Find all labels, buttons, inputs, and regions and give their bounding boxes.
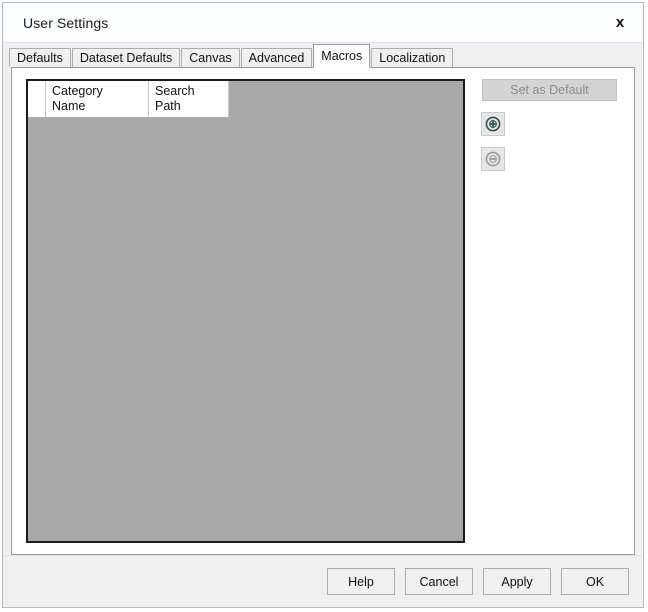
tab-defaults[interactable]: Defaults xyxy=(9,48,71,67)
close-button[interactable]: x xyxy=(597,3,643,41)
tab-dataset-defaults[interactable]: Dataset Defaults xyxy=(71,48,181,67)
macros-tab-panel: Category Name Search Path Set as Default xyxy=(11,67,635,555)
tab-advanced[interactable]: Advanced xyxy=(240,48,313,67)
macros-grid-body[interactable] xyxy=(28,117,463,541)
minus-circle-icon xyxy=(485,151,501,167)
ok-button[interactable]: OK xyxy=(561,568,629,595)
dialog-titlebar: User Settings x xyxy=(3,3,643,43)
grid-row-selector-gutter xyxy=(28,81,46,117)
tab-canvas[interactable]: Canvas xyxy=(181,48,240,67)
macros-grid-header: Category Name Search Path xyxy=(28,81,463,117)
macros-grid[interactable]: Category Name Search Path xyxy=(26,79,465,543)
set-as-default-button[interactable]: Set as Default xyxy=(482,79,617,101)
close-icon: x xyxy=(615,13,625,31)
add-macro-button[interactable] xyxy=(481,112,505,136)
dialog-footer: Help Cancel Apply OK xyxy=(3,555,643,607)
macros-side-controls: Set as Default xyxy=(472,79,622,171)
help-button[interactable]: Help xyxy=(327,568,395,595)
tab-localization[interactable]: Localization xyxy=(371,48,454,67)
remove-macro-button[interactable] xyxy=(481,147,505,171)
cancel-button[interactable]: Cancel xyxy=(405,568,473,595)
column-header-category-name[interactable]: Category Name xyxy=(46,81,149,117)
tab-macros[interactable]: Macros xyxy=(313,44,371,68)
settings-tabstrip: Defaults Dataset Defaults Canvas Advance… xyxy=(3,43,643,68)
user-settings-dialog: User Settings x Defaults Dataset Default… xyxy=(2,2,644,608)
column-header-search-path[interactable]: Search Path xyxy=(149,81,229,117)
dialog-title: User Settings xyxy=(23,14,109,31)
plus-circle-icon xyxy=(485,116,501,132)
apply-button[interactable]: Apply xyxy=(483,568,551,595)
